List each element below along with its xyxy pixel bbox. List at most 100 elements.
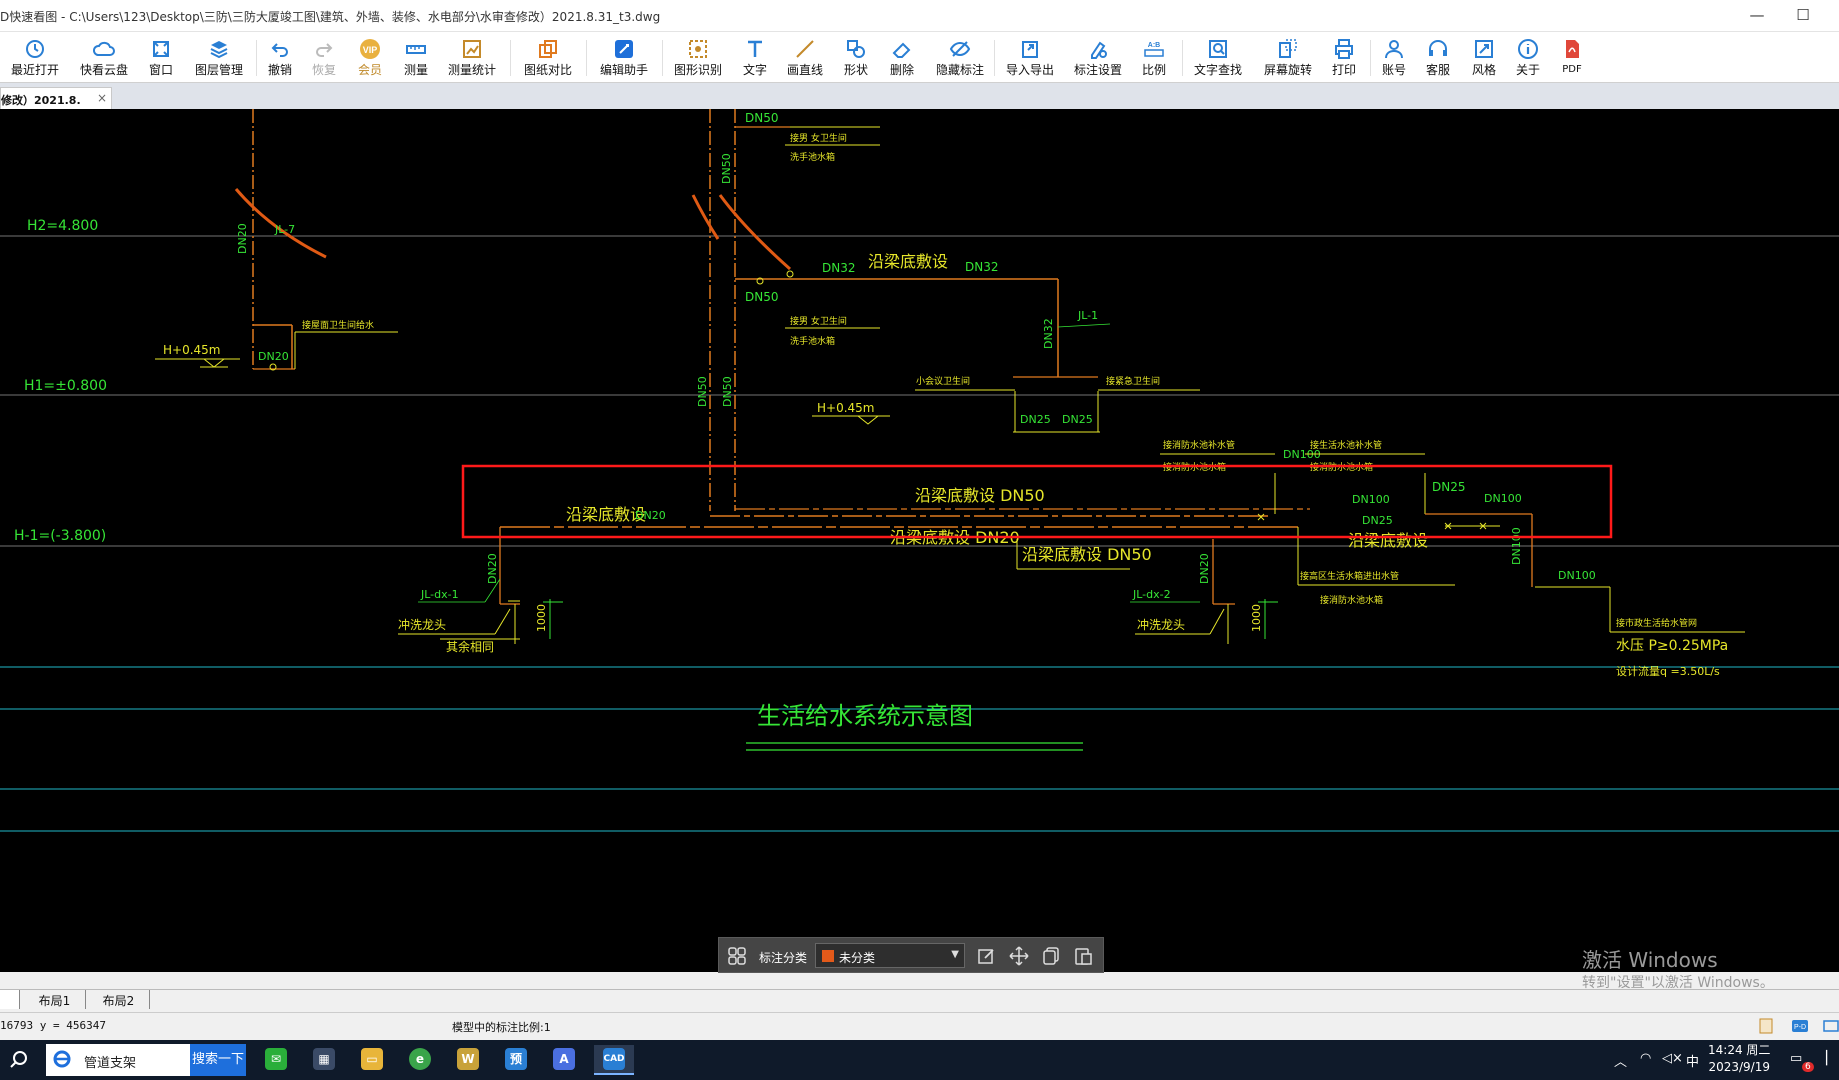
tab-layout-1[interactable]: 布局1 — [24, 990, 86, 1009]
toolbar-separator — [1182, 40, 1183, 76]
hide-annotation-button[interactable]: 隐藏标注 — [932, 35, 988, 81]
label-dn25-mid: DN25 — [1362, 514, 1393, 527]
scale-button[interactable]: A:B 比例 — [1138, 35, 1170, 81]
toolbar-separator — [994, 40, 995, 76]
label-dn100-b: DN100 — [1352, 493, 1390, 506]
customer-service-button[interactable]: 客服 — [1422, 35, 1454, 81]
taskbar-app-360[interactable]: e — [400, 1045, 440, 1075]
measure-stats-button[interactable]: 测量统计 — [446, 35, 498, 81]
minimize-button[interactable]: — — [1734, 0, 1780, 32]
layer-manager-button[interactable]: 图层管理 — [190, 35, 248, 81]
style-button[interactable]: 风格 — [1468, 35, 1500, 81]
label-dn100-vert: DN100 — [1510, 527, 1523, 565]
drawing-canvas[interactable]: H2=4.800 H1=±0.800 H-1=(-3.800) DN20 JL-… — [0, 109, 1839, 972]
label-beam-lay-dn50: 沿梁底敷设 DN50 — [915, 486, 1045, 505]
taskbar-app-cad-viewer[interactable]: CAD — [594, 1045, 634, 1075]
taskbar-app-wechat[interactable]: ✉ — [256, 1045, 296, 1075]
pdf-export-icon[interactable] — [1757, 1017, 1775, 1035]
label-flush-faucet-right: 冲洗龙头 — [1137, 617, 1185, 632]
label-emergency-toilet: 接紧急卫生间 — [1106, 375, 1160, 387]
copy-icon[interactable] — [1041, 946, 1061, 966]
fullscreen-icon[interactable] — [1822, 1017, 1839, 1035]
window-icon — [153, 41, 169, 57]
toolbar-separator — [510, 40, 511, 76]
toolbar-separator — [662, 40, 663, 76]
wifi-icon[interactable]: ◠ — [1640, 1051, 1651, 1066]
eye-hidden-icon — [949, 41, 971, 57]
notification-icon[interactable]: ▭ — [1790, 1051, 1802, 1066]
undo-button[interactable]: 撤销 — [264, 35, 296, 81]
delete-button[interactable]: 删除 — [886, 35, 918, 81]
pdf-button[interactable]: PDF — [1556, 35, 1588, 81]
label-dn32-vert: DN32 — [1042, 318, 1055, 349]
draw-line-button[interactable]: 画直线 — [784, 35, 826, 81]
label-municipal-supply: 接市政生活给水管网 — [1616, 617, 1697, 629]
taskbar-search-box[interactable]: 管道支架 — [46, 1044, 190, 1076]
label-sink-top: 洗手池水箱 — [790, 151, 835, 163]
annotation-category-select[interactable]: 未分类 ▼ — [815, 943, 965, 968]
taskbar-app-calculator[interactable]: ▦ — [304, 1045, 344, 1075]
label-dn50-vert: DN50 — [720, 153, 733, 184]
label-h045-left: H+0.45m — [163, 343, 221, 357]
taskbar-app-preview[interactable]: 预 — [496, 1045, 536, 1075]
text-search-button[interactable]: 文字查找 — [1190, 35, 1246, 81]
taskbar-app-explorer[interactable]: ▭ — [352, 1045, 392, 1075]
paste-icon[interactable] — [1073, 946, 1093, 966]
undo-icon — [271, 43, 288, 57]
rotate-screen-button[interactable]: 屏幕旋转 — [1260, 35, 1316, 81]
window-button[interactable]: 窗口 — [144, 35, 178, 81]
ime-indicator[interactable]: 中 — [1686, 1051, 1699, 1070]
eraser-icon — [892, 42, 911, 58]
search-icon[interactable] — [8, 1049, 30, 1071]
measure-button[interactable]: 测量 — [400, 35, 432, 81]
cloud-disk-button[interactable]: 快看云盘 — [76, 35, 132, 81]
speaker-icon[interactable]: ◁× — [1662, 1051, 1683, 1066]
redo-button[interactable]: 恢复 — [308, 35, 340, 81]
drawing-compare-button[interactable]: 图纸对比 — [520, 35, 576, 81]
edit-note-icon[interactable] — [977, 946, 997, 966]
label-mf-toilet-top: 接男 女卫生间 — [790, 132, 847, 144]
taskbar-app-wps[interactable]: W — [448, 1045, 488, 1075]
tab-layout-2[interactable]: 布局2 — [88, 990, 150, 1009]
edit-assistant-icon — [615, 40, 633, 58]
info-icon — [1518, 39, 1538, 59]
print-button[interactable]: 打印 — [1328, 35, 1360, 81]
maximize-button[interactable]: ☐ — [1780, 0, 1826, 32]
import-export-button[interactable]: 导入导出 — [1002, 35, 1058, 81]
ie-icon — [53, 1050, 71, 1068]
about-button[interactable]: 关于 — [1512, 35, 1544, 81]
shape-recognition-icon — [689, 40, 707, 58]
text-button[interactable]: 文字 — [740, 35, 770, 81]
cad-viewer-icon: CAD — [603, 1048, 625, 1070]
print-icon — [1335, 39, 1353, 59]
tray-chevron-up-icon[interactable]: ︿ — [1614, 1051, 1627, 1070]
vip-icon: VIP — [360, 39, 380, 59]
compare-icon — [539, 40, 557, 58]
move-icon[interactable] — [1009, 946, 1029, 966]
cad-pdf-icon[interactable]: P-D — [1791, 1017, 1809, 1035]
label-dn32-b: DN32 — [965, 260, 999, 274]
recent-open-button[interactable]: 最近打开 — [6, 35, 64, 81]
grid-icon[interactable] — [728, 947, 746, 965]
edit-assistant-button[interactable]: 编辑助手 — [596, 35, 652, 81]
document-tab[interactable]: 修改）2021.8. × — [0, 87, 112, 110]
system-clock[interactable]: 14:24 周二 2023/9/19 — [1708, 1042, 1770, 1076]
label-dn25-a: DN25 — [1020, 413, 1051, 426]
shape-button[interactable]: 形状 — [840, 35, 872, 81]
account-button[interactable]: 账号 — [1378, 35, 1410, 81]
search-submit-button[interactable]: 搜索一下 — [190, 1044, 246, 1076]
label-fire-pool-supply: 接消防水池补水管 — [1163, 439, 1235, 451]
annotation-settings-button[interactable]: 标注设置 — [1070, 35, 1126, 81]
tab-model[interactable] — [0, 990, 20, 1009]
show-desktop-icon[interactable]: ▏ — [1826, 1051, 1836, 1066]
close-tab-icon[interactable]: × — [97, 91, 107, 105]
folder-icon: ▭ — [361, 1048, 383, 1070]
shape-recognition-button[interactable]: 图形识别 — [670, 35, 726, 81]
vip-button[interactable]: VIP 会员 — [354, 35, 386, 81]
shape-icon — [847, 40, 865, 58]
label-dn50-vert-a: DN50 — [696, 376, 709, 407]
label-jl7: JL-7 — [274, 223, 295, 236]
toolbar-separator — [586, 40, 587, 76]
label-h045-mid: H+0.45m — [817, 401, 875, 415]
taskbar-app-a[interactable]: A — [544, 1045, 584, 1075]
